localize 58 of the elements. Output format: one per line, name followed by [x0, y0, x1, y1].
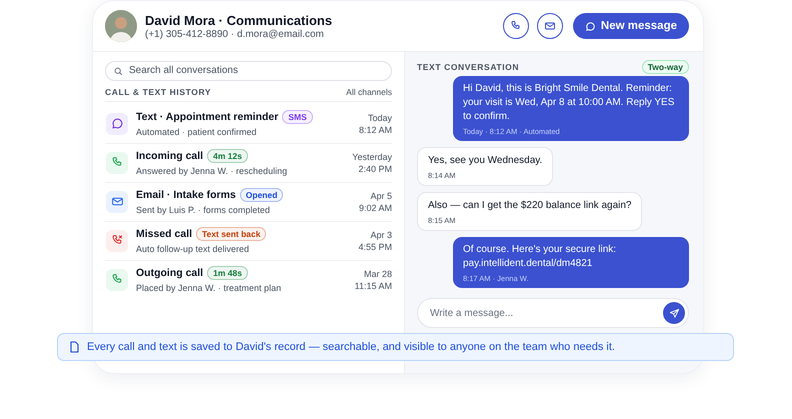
message-text: Of course. Here's your secure link: pay.intellident.dental/dm4821 — [463, 243, 618, 271]
item-time: 11:15 AM — [354, 280, 392, 290]
history-item[interactable]: Email · Intake forms Opened Sent by Luis P. · forms completed Apr 5 9:02 AM — [105, 182, 392, 222]
item-date: Apr 3 — [370, 230, 392, 240]
item-detail: Answered by Jenna W. · rescheduling — [136, 166, 288, 176]
new-message-button[interactable]: New message — [572, 13, 689, 39]
email-button[interactable] — [536, 13, 563, 39]
item-detail: Auto follow-up text delivered — [136, 244, 250, 254]
phone-icon — [106, 152, 128, 174]
item-detail: Placed by Jenna W. · treatment plan — [136, 283, 282, 293]
status-tag: 1m 48s — [207, 266, 248, 280]
item-title: Outgoing call — [136, 267, 204, 279]
item-time: 4:55 PM — [358, 242, 392, 252]
banner-text: Every call and text is saved to David's record — searchable, and visible to anyone on the team who needs it. — [87, 341, 615, 353]
item-title: Text · Appointment reminder — [136, 111, 278, 123]
item-time: 8:12 AM — [358, 124, 392, 134]
call-button[interactable] — [502, 13, 529, 39]
history-item[interactable]: Outgoing call 1m 48s Placed by Jenna W. · treatment plan Mar 28 11:15 AM — [105, 260, 392, 298]
send-icon — [668, 308, 680, 318]
channel-filter[interactable]: All channels — [346, 86, 392, 96]
chat-bubble-icon — [584, 20, 596, 32]
item-title: Missed call — [136, 228, 192, 240]
chat-bubble-icon — [106, 112, 128, 134]
message-text: Also — can I get the $220 balance link again? — [428, 199, 632, 213]
search-icon — [114, 67, 123, 76]
contact-name: David Mora · Communications — [145, 12, 334, 28]
item-detail: Automated · patient confirmed — [136, 127, 258, 137]
history-item[interactable]: Incoming call 4m 12s Answered by Jenna W. · rescheduling Yesterday 2:40 PM — [105, 144, 392, 182]
missed-call-icon — [106, 230, 128, 252]
item-date: Today — [368, 112, 392, 122]
status-tag: SMS — [282, 110, 313, 124]
status-tag: Opened — [240, 188, 284, 202]
document-icon — [70, 341, 79, 353]
history-item[interactable]: Missed call Text sent back Auto follow-up text delivered Apr 3 4:55 PM — [105, 222, 392, 260]
status-tag: 4m 12s — [207, 149, 248, 163]
message-field[interactable]: Write a message... — [417, 298, 689, 328]
phone-icon — [106, 268, 128, 290]
status-tag: Text sent back — [196, 227, 266, 241]
envelope-icon — [106, 190, 128, 212]
section-heading: CALL & TEXT HISTORY — [105, 86, 212, 96]
history-item[interactable]: Text · Appointment reminder SMS Automated · patient confirmed Today 8:12 AM — [105, 104, 392, 144]
item-detail: Sent by Luis P. · forms completed — [136, 205, 271, 215]
item-date: Apr 5 — [370, 190, 392, 200]
item-title: Incoming call — [136, 150, 204, 162]
item-title: Email · Intake forms — [136, 189, 236, 201]
message-text: Hi David, this is Bright Smile Dental. Reminder: your visit is Wed, Apr 8 at 10:00 AM. Reply YES to confirm. — [463, 82, 676, 124]
search-field[interactable]: Search all conversations — [105, 60, 392, 80]
envelope-icon — [544, 20, 556, 32]
phone-icon — [510, 20, 522, 32]
avatar — [105, 10, 137, 42]
contact-details: (+1) 305-412-8890 · d.mora@email.com — [145, 28, 325, 40]
item-time: 2:40 PM — [358, 164, 392, 174]
message-text: Yes, see you Wednesday. — [428, 154, 542, 168]
section-heading: TEXT CONVERSATION — [417, 62, 520, 72]
item-date: Mar 28 — [364, 268, 392, 278]
item-date: Yesterday — [352, 152, 392, 162]
item-time: 9:02 AM — [358, 202, 392, 212]
mode-tag: Two-way — [642, 60, 689, 74]
